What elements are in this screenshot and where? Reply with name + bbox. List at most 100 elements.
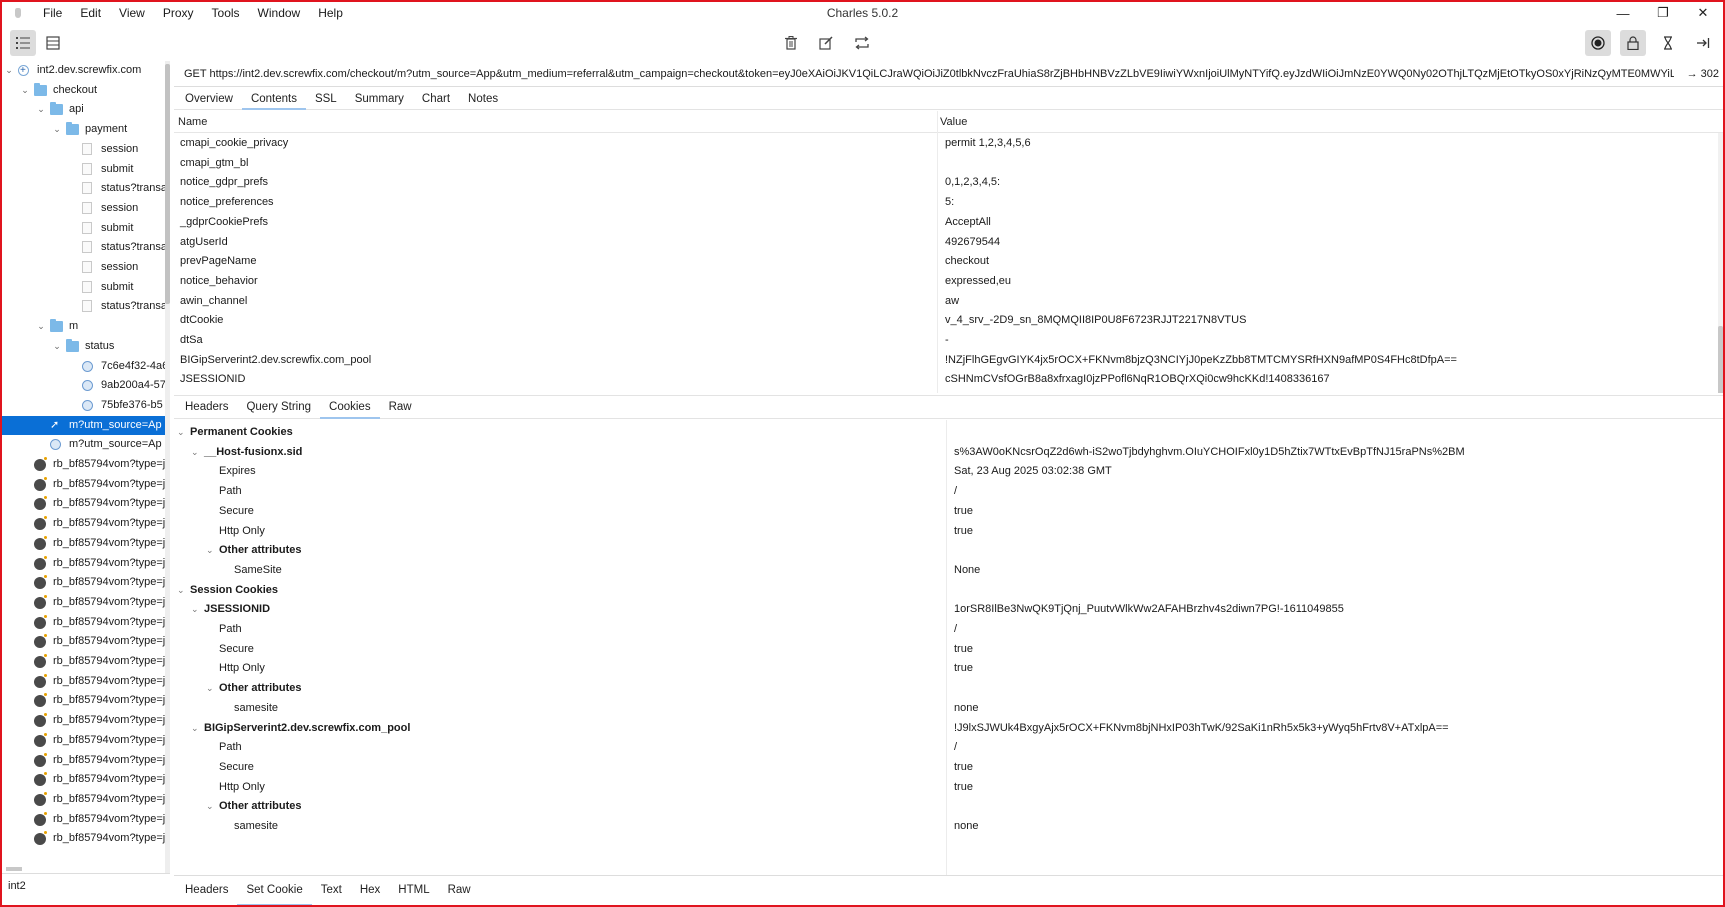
expand-toggle-icon[interactable]: ⌄ — [36, 317, 46, 336]
expand-toggle-icon[interactable]: ⌄ — [20, 81, 30, 100]
sidebar-item[interactable]: rb_bf85794vom?type=j — [2, 494, 165, 513]
sidebar-item[interactable]: rb_bf85794vom?type=j — [2, 554, 165, 573]
menu-window[interactable]: Window — [249, 2, 310, 24]
tab-ssl[interactable]: SSL — [306, 88, 346, 109]
tab-text[interactable]: Text — [312, 876, 351, 905]
record-icon[interactable] — [1585, 30, 1611, 56]
grid-row[interactable]: notice_behavior expressed,eu — [174, 272, 1723, 292]
grid-row[interactable]: cmapi_gtm_bl — [174, 154, 1723, 174]
tab-notes[interactable]: Notes — [459, 88, 507, 109]
cookie-tree-row[interactable]: ⌄ Permanent Cookies — [174, 423, 1723, 443]
grid-row[interactable]: dtCookie v_4_srv_-2D9_sn_8MQMQII8IP0U8F67… — [174, 311, 1723, 331]
sidebar-item[interactable]: rb_bf85794vom?type=j — [2, 829, 165, 848]
sidebar-item[interactable]: session — [2, 140, 165, 159]
sidebar-item[interactable]: ⌄ int2.dev.screwfix.com — [2, 61, 165, 80]
sidebar-item[interactable]: rb_bf85794vom?type=j — [2, 751, 165, 770]
sidebar-item[interactable]: submit — [2, 160, 165, 179]
cookie-tree-row[interactable]: ⌄ JSESSIONID 1orSR8IlBe3NwQK9TjQnj_PuutvWl… — [174, 600, 1723, 620]
breakpoints-icon[interactable] — [1690, 30, 1716, 56]
sidebar-item[interactable]: rb_bf85794vom?type=j — [2, 514, 165, 533]
sidebar-item-selected[interactable]: ➚ m?utm_source=Ap — [2, 415, 165, 435]
sidebar-item[interactable]: rb_bf85794vom?type=j — [2, 475, 165, 494]
sidebar-item[interactable]: rb_bf85794vom?type=j — [2, 731, 165, 750]
sidebar-item[interactable]: status?transa — [2, 238, 165, 257]
sidebar-item[interactable]: ⌄ m — [2, 317, 165, 336]
expand-toggle-icon[interactable]: ⌄ — [206, 541, 214, 561]
sidebar-item[interactable]: session — [2, 258, 165, 277]
tab-cookies[interactable]: Cookies — [320, 396, 380, 419]
tab-contents[interactable]: Contents — [241, 88, 306, 110]
sidebar-item[interactable]: status?transa — [2, 297, 165, 316]
grid-row[interactable]: BIGipServerint2.dev.screwfix.com_pool !NZ… — [174, 351, 1723, 371]
expand-toggle-icon[interactable]: ⌄ — [206, 797, 214, 817]
cookie-tree-row[interactable]: ⌄ Other attributes — [174, 679, 1723, 699]
grid-row[interactable]: JSESSIONID cSHNmCVsfOGrB8a8xfrxagI0jzPPof… — [174, 370, 1723, 390]
menu-edit[interactable]: Edit — [71, 2, 110, 24]
grid-row[interactable]: atgUserId 492679544 — [174, 233, 1723, 253]
sidebar-item[interactable]: 7c6e4f32-4a6 — [2, 357, 165, 376]
cookie-tree-row[interactable]: Secure true — [174, 758, 1723, 778]
menu-proxy[interactable]: Proxy — [154, 2, 203, 24]
cookie-tree-row[interactable]: samesite none — [174, 699, 1723, 719]
tab-headers[interactable]: Headers — [176, 396, 237, 418]
cookie-tree-row[interactable]: Path / — [174, 620, 1723, 640]
grid-scroll-thumb[interactable] — [1718, 326, 1723, 393]
sidebar-item[interactable]: submit — [2, 219, 165, 238]
sidebar-item[interactable]: 9ab200a4-57 — [2, 376, 165, 395]
grid-row[interactable]: dtSa - — [174, 331, 1723, 351]
menu-tools[interactable]: Tools — [203, 2, 249, 24]
throttle-hourglass-icon[interactable] — [1655, 30, 1681, 56]
sidebar-item[interactable]: rb_bf85794vom?type=j — [2, 810, 165, 829]
cookie-tree-row[interactable]: ⌄ __Host-fusionx.sid s%3AW0oKNcsrOqZ2d6wh-… — [174, 443, 1723, 463]
tab-summary[interactable]: Summary — [346, 88, 413, 109]
cookie-tree-row[interactable]: SameSite None — [174, 561, 1723, 581]
sequence-view-icon[interactable] — [40, 30, 66, 56]
sidebar-item[interactable]: rb_bf85794vom?type=j — [2, 534, 165, 553]
tab-chart[interactable]: Chart — [413, 88, 459, 109]
cookie-tree-row[interactable]: Path / — [174, 482, 1723, 502]
cookie-tree-row[interactable]: Path / — [174, 738, 1723, 758]
column-header-name[interactable]: Name — [178, 111, 207, 133]
tab-set-cookie[interactable]: Set Cookie — [237, 876, 313, 905]
expand-toggle-icon[interactable]: ⌄ — [206, 679, 214, 699]
expand-toggle-icon[interactable]: ⌄ — [191, 600, 199, 620]
sidebar-scroll-thumb[interactable] — [165, 64, 170, 304]
grid-row[interactable]: cmapi_cookie_privacy permit 1,2,3,4,5,6 — [174, 134, 1723, 154]
menu-view[interactable]: View — [110, 2, 154, 24]
cookie-tree-row[interactable]: samesite none — [174, 817, 1723, 837]
sidebar-item[interactable]: ⌄ payment — [2, 120, 165, 139]
sidebar-item[interactable]: rb_bf85794vom?type=j — [2, 691, 165, 710]
sidebar-item[interactable]: submit — [2, 278, 165, 297]
sidebar-item[interactable]: rb_bf85794vom?type=j — [2, 632, 165, 651]
cookie-tree-row[interactable]: ⌄ Other attributes — [174, 797, 1723, 817]
sidebar-item[interactable]: rb_bf85794vom?type=j — [2, 711, 165, 730]
grid-row[interactable]: prevPageName checkout — [174, 252, 1723, 272]
sidebar-item[interactable]: ⌄ checkout — [2, 81, 165, 100]
sidebar-item[interactable]: rb_bf85794vom?type=j — [2, 790, 165, 809]
expand-toggle-icon[interactable]: ⌄ — [177, 423, 185, 443]
structure-view-icon[interactable] — [10, 30, 36, 56]
expand-toggle-icon[interactable]: ⌄ — [52, 337, 62, 356]
sidebar-item[interactable]: 75bfe376-b5 — [2, 396, 165, 415]
sidebar-item[interactable]: status?transa — [2, 179, 165, 198]
tab-query-string[interactable]: Query String — [237, 396, 320, 418]
tab-raw[interactable]: Raw — [439, 876, 480, 905]
tab-html[interactable]: HTML — [389, 876, 438, 905]
sidebar-item[interactable]: rb_bf85794vom?type=j — [2, 593, 165, 612]
cookie-tree-row[interactable]: Http Only true — [174, 522, 1723, 542]
expand-toggle-icon[interactable]: ⌄ — [52, 120, 62, 139]
grid-row[interactable]: _gdprCookiePrefs AcceptAll — [174, 213, 1723, 233]
sidebar-item[interactable]: session — [2, 199, 165, 218]
expand-toggle-icon[interactable]: ⌄ — [177, 581, 185, 601]
grid-row[interactable]: awin_channel aw — [174, 292, 1723, 312]
sidebar-filter[interactable]: int2 — [2, 867, 170, 905]
sidebar-item[interactable]: m?utm_source=Ap — [2, 435, 165, 454]
cookie-tree-row[interactable]: ⌄ BIGipServerint2.dev.screwfix.com_pool !J… — [174, 719, 1723, 739]
sidebar-item[interactable]: rb_bf85794vom?type=j — [2, 573, 165, 592]
sidebar-item[interactable]: rb_bf85794vom?type=j — [2, 672, 165, 691]
cookie-tree-row[interactable]: ⌄ Session Cookies — [174, 581, 1723, 601]
cookie-tree-row[interactable]: Http Only true — [174, 778, 1723, 798]
expand-toggle-icon[interactable]: ⌄ — [4, 61, 14, 80]
trash-icon[interactable] — [778, 30, 804, 56]
sidebar-item[interactable]: rb_bf85794vom?type=j — [2, 455, 165, 474]
